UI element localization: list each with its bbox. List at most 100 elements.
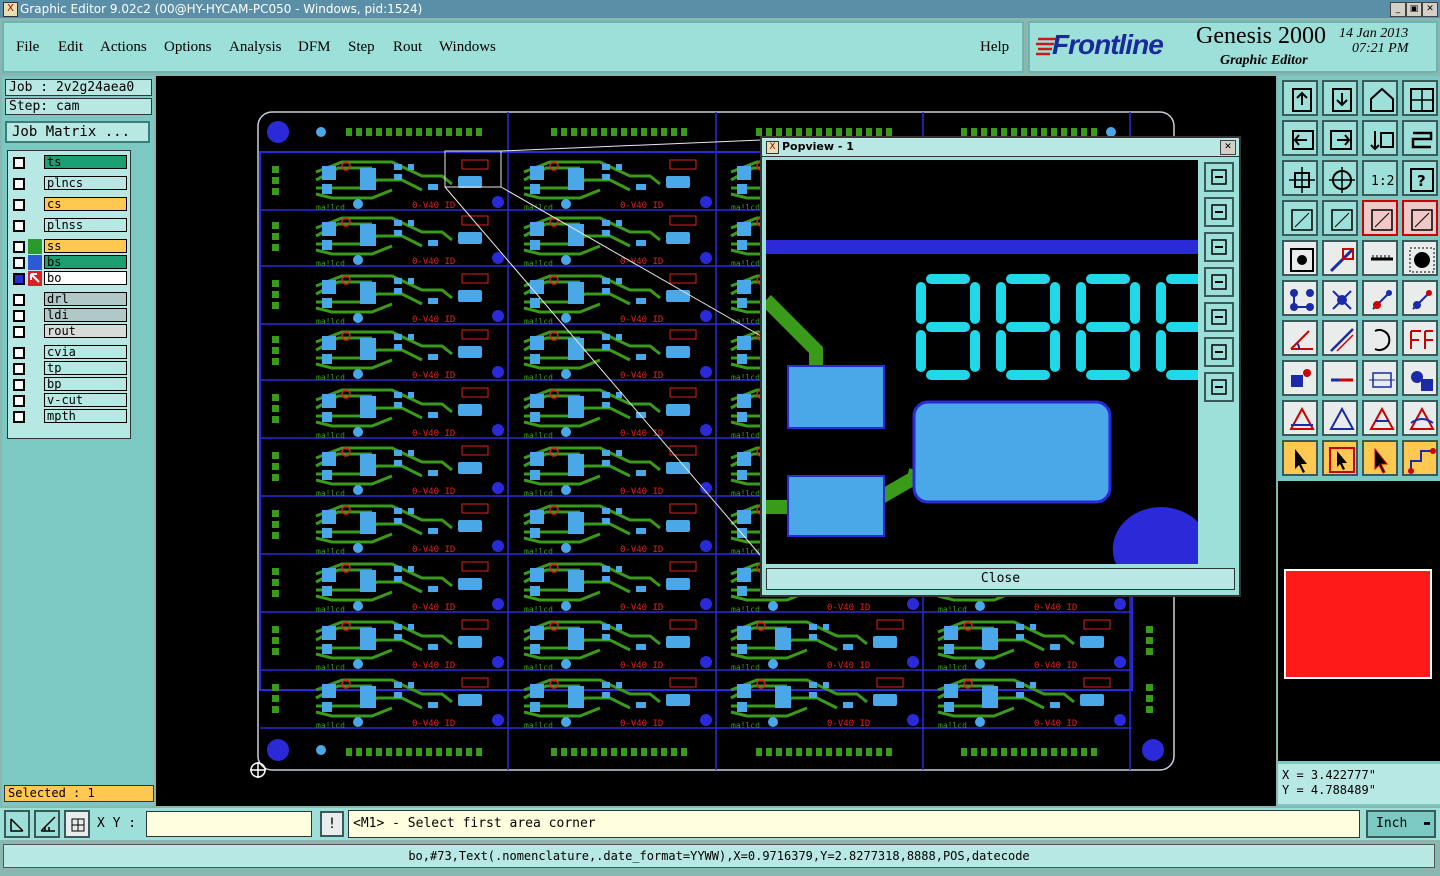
- popview-tool-button[interactable]: [1204, 232, 1234, 262]
- popview-tool-button[interactable]: [1204, 197, 1234, 227]
- layer-checkbox[interactable]: [13, 411, 25, 423]
- layer-checkbox[interactable]: [13, 273, 25, 285]
- layer-checkbox[interactable]: [13, 310, 25, 322]
- measure-tool-button[interactable]: [1282, 200, 1318, 236]
- redraw-button[interactable]: [1402, 120, 1438, 156]
- split-view-button[interactable]: [1402, 80, 1438, 116]
- menu-edit[interactable]: Edit: [58, 39, 83, 56]
- move-select-2-button[interactable]: [1402, 280, 1438, 316]
- layer-row-ts[interactable]: ts: [10, 155, 128, 170]
- layer-checkbox[interactable]: [13, 199, 25, 211]
- ruler-button[interactable]: [1362, 240, 1398, 276]
- layer-checkbox[interactable]: [13, 257, 25, 269]
- draw-triangle-3-button[interactable]: [1362, 400, 1398, 436]
- layer-checkbox[interactable]: [13, 220, 25, 232]
- line-draw-button[interactable]: [1322, 320, 1358, 356]
- layer-checkbox[interactable]: [13, 347, 25, 359]
- layer-checkbox[interactable]: [13, 178, 25, 190]
- layer-row-ldi[interactable]: ldi: [10, 308, 128, 323]
- feature-filter-button[interactable]: [1402, 320, 1438, 356]
- restore-button[interactable]: ▣: [1406, 2, 1422, 17]
- popview-tool-button[interactable]: [1204, 302, 1234, 332]
- menu-dfm[interactable]: DFM: [298, 39, 331, 56]
- draw-triangle-2-button[interactable]: [1322, 400, 1358, 436]
- layer-row-plncs[interactable]: plncs: [10, 176, 128, 191]
- layer-row-drl[interactable]: drl: [10, 292, 128, 307]
- add-segment-button[interactable]: [1322, 360, 1358, 396]
- zoom-1-to-1-button[interactable]: 1:2: [1362, 160, 1398, 196]
- popview-titlebar[interactable]: X Popview - 1 ✕: [762, 138, 1239, 157]
- route-tool-button[interactable]: [1402, 440, 1438, 476]
- units-dropdown[interactable]: Inch ▬: [1366, 810, 1436, 838]
- layer-checkbox[interactable]: [13, 294, 25, 306]
- connect-button[interactable]: [1282, 280, 1318, 316]
- snap-cross-button[interactable]: [1322, 280, 1358, 316]
- popview-close-button[interactable]: Close: [766, 568, 1235, 590]
- menu-actions[interactable]: Actions: [100, 39, 147, 56]
- add-via-button[interactable]: [1282, 360, 1318, 396]
- info-icon[interactable]: !: [320, 811, 344, 837]
- circle-fill-button[interactable]: [1402, 240, 1438, 276]
- help-query-button[interactable]: ?: [1402, 160, 1438, 196]
- zoom-center-button[interactable]: [1322, 160, 1358, 196]
- current-color-swatch[interactable]: [1284, 569, 1432, 679]
- layer-row-bs[interactable]: bs: [10, 255, 128, 270]
- group-select-button[interactable]: [1402, 360, 1438, 396]
- pointer-select-3-button[interactable]: [1362, 440, 1398, 476]
- previous-view-button[interactable]: [1362, 120, 1398, 156]
- close-window-button[interactable]: ✕: [1422, 2, 1438, 17]
- fit-all-button[interactable]: [1282, 160, 1318, 196]
- popview-tool-button[interactable]: [1204, 372, 1234, 402]
- layer-row-mpth[interactable]: mpth: [10, 409, 128, 424]
- layer-checkbox[interactable]: [13, 326, 25, 338]
- pointer-select-button[interactable]: [1282, 440, 1318, 476]
- job-matrix-button[interactable]: Job Matrix ...: [5, 121, 150, 143]
- menu-options[interactable]: Options: [164, 39, 212, 56]
- measure-button[interactable]: [34, 810, 60, 838]
- layer-row-cs[interactable]: cs: [10, 197, 128, 212]
- layer-row-plnss[interactable]: plnss: [10, 218, 128, 233]
- layer-checkbox[interactable]: [13, 157, 25, 169]
- minimize-button[interactable]: _: [1390, 2, 1406, 17]
- angle-tool-button[interactable]: [1282, 320, 1318, 356]
- snap-button[interactable]: [64, 810, 90, 838]
- draw-triangle-4-button[interactable]: [1402, 400, 1438, 436]
- pan-up-button[interactable]: [1282, 80, 1318, 116]
- add-pad-button[interactable]: [1282, 240, 1318, 276]
- layer-row-cvia[interactable]: cvia: [10, 345, 128, 360]
- menu-file[interactable]: File: [16, 39, 39, 56]
- arc-tool-button[interactable]: [1362, 320, 1398, 356]
- popview-tool-button[interactable]: [1204, 162, 1234, 192]
- snap-red-button[interactable]: [1362, 200, 1398, 236]
- add-line-button[interactable]: [1322, 240, 1358, 276]
- popview-close-icon[interactable]: ✕: [1220, 140, 1236, 155]
- layer-checkbox[interactable]: [13, 363, 25, 375]
- layer-row-tp[interactable]: tp: [10, 361, 128, 376]
- pointer-select-2-button[interactable]: [1322, 440, 1358, 476]
- layer-checkbox[interactable]: [13, 395, 25, 407]
- popview-tool-button[interactable]: [1204, 267, 1234, 297]
- popview-canvas[interactable]: [766, 160, 1198, 564]
- pan-right-button[interactable]: [1322, 120, 1358, 156]
- layer-checkbox[interactable]: [13, 241, 25, 253]
- zoom-area-button[interactable]: [4, 810, 30, 838]
- layer-row-bo[interactable]: bo: [10, 271, 128, 286]
- color-well[interactable]: [1278, 481, 1440, 761]
- draw-triangle-button[interactable]: [1282, 400, 1318, 436]
- menu-step[interactable]: Step: [348, 39, 375, 56]
- pan-left-button[interactable]: [1282, 120, 1318, 156]
- menu-help[interactable]: Help: [980, 39, 1009, 56]
- measure-width-button[interactable]: [1362, 360, 1398, 396]
- snap-red-2-button[interactable]: [1402, 200, 1438, 236]
- menu-analysis[interactable]: Analysis: [229, 39, 282, 56]
- layer-row-v-cut[interactable]: v-cut: [10, 393, 128, 408]
- layer-row-rout[interactable]: rout: [10, 324, 128, 339]
- layer-checkbox[interactable]: [13, 379, 25, 391]
- home-view-button[interactable]: [1362, 80, 1398, 116]
- grid-toggle-button[interactable]: [1322, 200, 1358, 236]
- menu-windows[interactable]: Windows: [439, 39, 496, 56]
- xy-input[interactable]: [146, 811, 312, 837]
- layer-row-ss[interactable]: ss: [10, 239, 128, 254]
- menu-rout[interactable]: Rout: [393, 39, 422, 56]
- pan-down-button[interactable]: [1322, 80, 1358, 116]
